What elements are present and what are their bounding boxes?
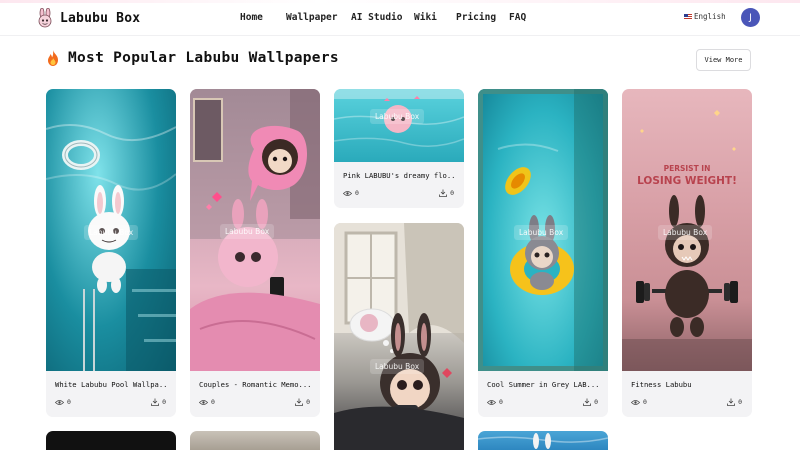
views-value: 0 xyxy=(211,398,215,406)
pool-illustration xyxy=(334,89,464,147)
fire-icon xyxy=(48,50,58,66)
downloads-count[interactable]: 0 xyxy=(151,398,166,406)
user-avatar[interactable]: J xyxy=(741,8,760,27)
nav-wiki[interactable]: Wiki xyxy=(414,12,437,23)
wallpaper-card[interactable]: Labubu Box Cool Summer in Grey LAB... 0 … xyxy=(478,89,608,417)
download-icon xyxy=(583,398,591,406)
wallpaper-card[interactable]: Labubu Box Couples - Romantic Memo... 0 … xyxy=(190,89,320,417)
eye-icon xyxy=(631,399,640,405)
download-icon xyxy=(727,398,735,406)
views-value: 0 xyxy=(355,189,359,197)
nav-pricing[interactable]: Pricing xyxy=(456,12,496,23)
card-title: White Labubu Pool Wallpa... xyxy=(55,380,169,389)
wallpaper-thumbnail[interactable]: Labubu Box xyxy=(478,89,608,371)
downloads-count[interactable]: 0 xyxy=(295,398,310,406)
nav-wallpaper[interactable]: Wallpaper xyxy=(286,12,337,23)
card-info: Cool Summer in Grey LAB... 0 0 xyxy=(478,371,608,417)
language-selector[interactable]: English xyxy=(684,12,726,21)
watermark: Labubu Box xyxy=(220,224,275,239)
views-value: 0 xyxy=(67,398,71,406)
download-icon xyxy=(295,398,303,406)
language-label: English xyxy=(694,12,726,21)
views-count: 0 xyxy=(343,189,359,197)
wallpaper-card[interactable]: PERSIST IN LOSING WEIGHT! Labubu Box Fit… xyxy=(622,89,752,417)
download-icon xyxy=(439,189,447,197)
wallpaper-card[interactable] xyxy=(190,431,320,450)
card-title: Cool Summer in Grey LAB... xyxy=(487,380,600,389)
section-title: Most Popular Labubu Wallpapers xyxy=(68,50,339,66)
card-info: Pink LABUBU's dreamy flo... 0 0 xyxy=(334,162,464,208)
bed-illustration xyxy=(334,223,464,450)
nav-faq[interactable]: FAQ xyxy=(509,12,526,23)
poster-text-line-1: PERSIST IN xyxy=(663,164,711,173)
watermark: Labubu Box xyxy=(658,225,713,240)
eye-icon xyxy=(199,399,208,405)
downloads-count[interactable]: 0 xyxy=(583,398,598,406)
view-more-button[interactable]: View More xyxy=(696,49,751,71)
card-title: Fitness Labubu xyxy=(631,380,692,389)
wallpaper-thumbnail[interactable]: PERSIST IN LOSING WEIGHT! Labubu Box xyxy=(622,89,752,371)
views-count: 0 xyxy=(631,398,647,406)
downloads-value: 0 xyxy=(450,189,454,197)
watermark: Labubu Box xyxy=(514,225,569,240)
wallpaper-card[interactable]: Labubu Box White Labubu Pool Wallpa... 0… xyxy=(46,89,176,417)
card-info: Fitness Labubu 0 0 xyxy=(622,371,752,417)
poster-text-line-2: LOSING WEIGHT! xyxy=(637,175,737,187)
download-icon xyxy=(151,398,159,406)
downloads-value: 0 xyxy=(738,398,742,406)
eye-icon xyxy=(55,399,64,405)
card-title: Pink LABUBU's dreamy flo... xyxy=(343,171,457,180)
sea-illustration xyxy=(478,433,608,449)
card-info: White Labubu Pool Wallpa... 0 0 xyxy=(46,371,176,417)
card-title: Couples - Romantic Memo... xyxy=(199,380,312,389)
views-count: 0 xyxy=(199,398,215,406)
views-value: 0 xyxy=(499,398,503,406)
wallpaper-card[interactable] xyxy=(46,431,176,450)
watermark: Labubu Box xyxy=(84,225,139,240)
nav-home[interactable]: Home xyxy=(240,12,263,23)
eye-icon xyxy=(343,190,352,196)
wallpaper-card[interactable]: Labubu Box xyxy=(334,223,464,450)
downloads-count[interactable]: 0 xyxy=(439,189,454,197)
main-nav: Home Wallpaper AI Studio Wiki Pricing FA… xyxy=(0,0,800,36)
views-value: 0 xyxy=(643,398,647,406)
downloads-value: 0 xyxy=(162,398,166,406)
wallpaper-thumbnail[interactable]: Labubu Box xyxy=(46,89,176,371)
downloads-count[interactable]: 0 xyxy=(727,398,742,406)
wallpaper-thumbnail[interactable]: Labubu Box xyxy=(334,223,464,450)
wallpaper-card[interactable] xyxy=(478,431,608,450)
eye-icon xyxy=(487,399,496,405)
card-info: Couples - Romantic Memo... 0 0 xyxy=(190,371,320,417)
section-heading: Most Popular Labubu Wallpapers xyxy=(46,50,339,66)
top-navigation-bar: Labubu Box Home Wallpaper AI Studio Wiki… xyxy=(0,0,800,36)
wallpaper-card[interactable]: Labubu Box Pink LABUBU's dreamy flo... 0… xyxy=(334,89,464,208)
downloads-value: 0 xyxy=(594,398,598,406)
views-count: 0 xyxy=(487,398,503,406)
watermark: Labubu Box xyxy=(370,359,425,374)
watermark: Labubu Box xyxy=(370,109,425,124)
wallpaper-thumbnail[interactable]: Labubu Box xyxy=(190,89,320,371)
us-flag-icon xyxy=(684,13,692,20)
wallpaper-thumbnail[interactable]: Labubu Box xyxy=(334,89,464,162)
downloads-value: 0 xyxy=(306,398,310,406)
views-count: 0 xyxy=(55,398,71,406)
nav-ai-studio[interactable]: AI Studio xyxy=(351,12,402,23)
